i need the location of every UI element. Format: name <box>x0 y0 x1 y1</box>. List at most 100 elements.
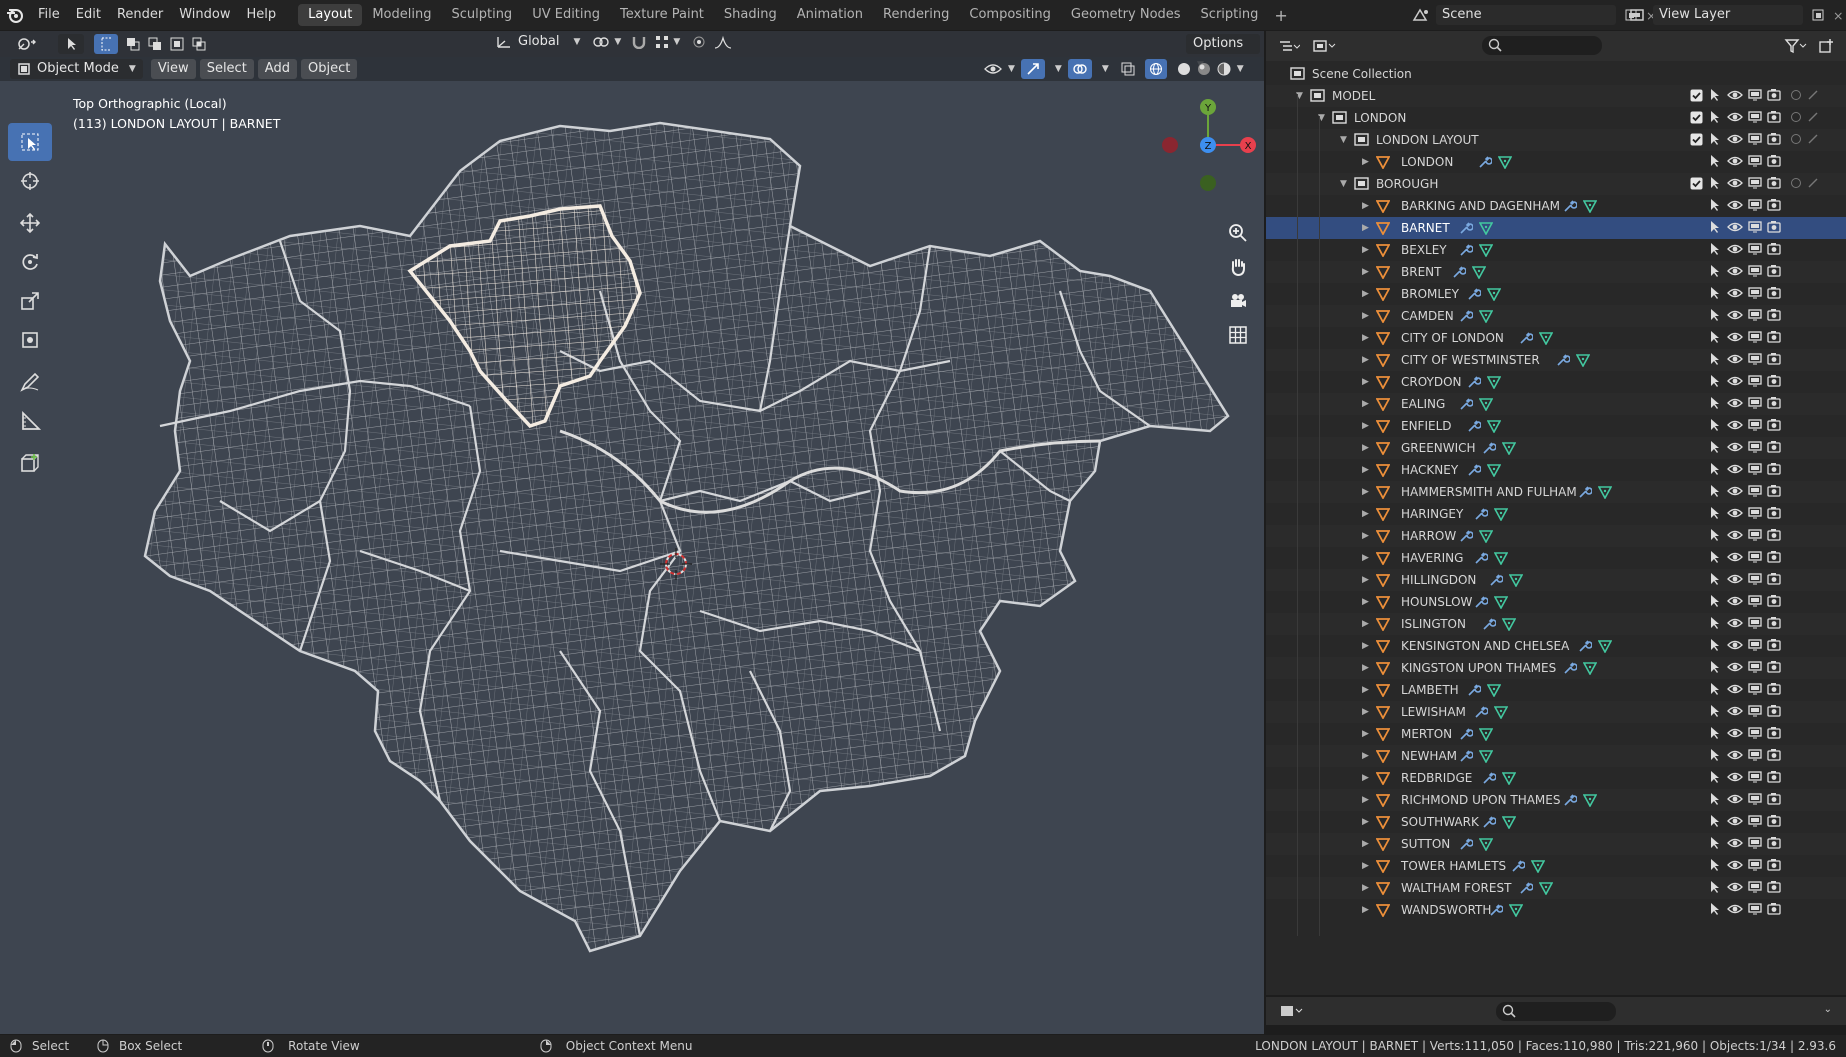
mesh-data-icon[interactable] <box>1501 815 1516 829</box>
borough-row[interactable]: ▶ WANDSWORTH <box>1266 899 1846 921</box>
viewport-monitor-icon[interactable] <box>1748 198 1762 212</box>
borough-row[interactable]: ▶ EALING <box>1266 393 1846 415</box>
tab-animation[interactable]: Animation <box>787 4 873 26</box>
properties-search-input[interactable] <box>1496 1002 1616 1021</box>
mesh-data-icon[interactable] <box>1494 551 1509 565</box>
expand-arrow-icon[interactable]: ▶ <box>1362 283 1369 305</box>
indirect-only-icon[interactable] <box>1807 89 1819 101</box>
modifier-wrench-icon[interactable] <box>1478 155 1492 169</box>
render-camera-icon[interactable] <box>1767 880 1781 894</box>
borough-row[interactable]: ▶ BRENT <box>1266 261 1846 283</box>
expand-arrow-icon[interactable]: ▶ <box>1362 723 1369 745</box>
display-mode-icon[interactable] <box>1312 39 1338 53</box>
selectable-arrow-icon[interactable] <box>1708 748 1722 762</box>
outliner-search-input[interactable] <box>1482 36 1602 55</box>
camera-view-button[interactable] <box>1222 285 1254 317</box>
eye-visibility-icon[interactable] <box>1727 748 1743 762</box>
close-view-layer-icon[interactable]: × <box>1833 8 1843 23</box>
eye-visibility-icon[interactable] <box>1727 682 1743 696</box>
render-camera-icon[interactable] <box>1767 132 1781 146</box>
borough-row[interactable]: ▶ BEXLEY <box>1266 239 1846 261</box>
tab-layout[interactable]: Layout <box>298 4 363 26</box>
expand-arrow-icon[interactable]: ▶ <box>1362 877 1369 899</box>
render-camera-icon[interactable] <box>1767 462 1781 476</box>
expand-arrow-icon[interactable]: ▶ <box>1362 503 1369 525</box>
tab-rendering[interactable]: Rendering <box>873 4 959 26</box>
eye-visibility-icon[interactable] <box>1727 264 1743 278</box>
chevron-down-icon[interactable]: ▼ <box>673 37 680 47</box>
exclude-checkbox[interactable] <box>1690 111 1703 124</box>
borough-row[interactable]: ▶ CAMDEN <box>1266 305 1846 327</box>
render-camera-icon[interactable] <box>1767 704 1781 718</box>
select-new-icon[interactable] <box>94 34 118 54</box>
viewport-monitor-icon[interactable] <box>1748 440 1762 454</box>
eye-visibility-icon[interactable] <box>1727 352 1743 366</box>
view-layer-selector[interactable]: View Layer × <box>1629 4 1846 26</box>
expand-arrow-icon[interactable]: ▼ <box>1340 129 1347 151</box>
view-layer-name-field[interactable]: View Layer <box>1653 5 1803 25</box>
borough-row[interactable]: ▶ RICHMOND UPON THAMES <box>1266 789 1846 811</box>
mesh-data-icon[interactable] <box>1538 331 1553 345</box>
render-camera-icon[interactable] <box>1767 572 1781 586</box>
modifier-wrench-icon[interactable] <box>1467 375 1481 389</box>
cursor-tool-button[interactable] <box>8 162 52 200</box>
modifier-wrench-icon[interactable] <box>1459 837 1474 851</box>
borough-row[interactable]: ▶ GREENWICH <box>1266 437 1846 459</box>
holdout-icon[interactable] <box>1790 133 1802 145</box>
transform-tool-button[interactable] <box>8 321 52 359</box>
eye-visibility-icon[interactable] <box>1727 880 1743 894</box>
eye-visibility-icon[interactable] <box>1727 572 1743 586</box>
mesh-data-icon[interactable] <box>1575 353 1590 367</box>
render-camera-icon[interactable] <box>1767 638 1781 652</box>
render-camera-icon[interactable] <box>1767 506 1781 520</box>
expand-arrow-icon[interactable]: ▶ <box>1362 437 1369 459</box>
eye-visibility-icon[interactable] <box>1727 286 1743 300</box>
selectable-arrow-icon[interactable] <box>1708 110 1722 124</box>
mesh-data-icon[interactable] <box>1486 683 1501 697</box>
borough-row[interactable]: ▶ HOUNSLOW <box>1266 591 1846 613</box>
viewport-monitor-icon[interactable] <box>1748 418 1762 432</box>
modifier-wrench-icon[interactable] <box>1474 507 1489 521</box>
expand-arrow-icon[interactable]: ▶ <box>1362 305 1369 327</box>
modifier-wrench-icon[interactable] <box>1459 749 1474 763</box>
borough-row[interactable]: ▶ SUTTON <box>1266 833 1846 855</box>
selectable-arrow-icon[interactable] <box>1708 440 1722 454</box>
selectable-arrow-icon[interactable] <box>1708 462 1722 476</box>
borough-row[interactable]: ▶ KINGSTON UPON THAMES <box>1266 657 1846 679</box>
expand-arrow-icon[interactable]: ▶ <box>1362 393 1369 415</box>
select-mode-tweak-icon[interactable] <box>58 34 84 54</box>
copy-view-layer-icon[interactable] <box>1811 8 1825 22</box>
modifier-wrench-icon[interactable] <box>1489 903 1503 917</box>
eye-visibility-icon[interactable] <box>1727 792 1743 806</box>
viewport-monitor-icon[interactable] <box>1748 110 1762 124</box>
render-camera-icon[interactable] <box>1767 198 1781 212</box>
expand-arrow-icon[interactable]: ▶ <box>1362 217 1369 239</box>
mesh-data-icon[interactable] <box>1501 771 1516 785</box>
selectable-arrow-icon[interactable] <box>1708 528 1722 542</box>
outliner-editor-icon[interactable] <box>1278 39 1300 53</box>
modifier-wrench-icon[interactable] <box>1474 595 1489 609</box>
holdout-icon[interactable] <box>1790 177 1802 189</box>
borough-row[interactable]: ▶ CITY OF LONDON <box>1266 327 1846 349</box>
mesh-data-icon[interactable] <box>1479 529 1494 543</box>
select-extend-icon[interactable] <box>122 37 144 51</box>
render-camera-icon[interactable] <box>1767 660 1781 674</box>
indirect-only-icon[interactable] <box>1807 111 1819 123</box>
modifier-wrench-icon[interactable] <box>1474 551 1489 565</box>
scale-tool-button[interactable] <box>8 282 52 320</box>
render-camera-icon[interactable] <box>1767 176 1781 190</box>
render-camera-icon[interactable] <box>1767 528 1781 542</box>
new-collection-icon[interactable] <box>1818 38 1834 54</box>
selectable-arrow-icon[interactable] <box>1708 880 1722 894</box>
modifier-wrench-icon[interactable] <box>1459 221 1474 235</box>
render-camera-icon[interactable] <box>1767 550 1781 564</box>
modifier-wrench-icon[interactable] <box>1459 529 1474 543</box>
expand-arrow-icon[interactable]: ▶ <box>1362 261 1369 283</box>
borough-row[interactable]: ▶ ENFIELD <box>1266 415 1846 437</box>
selectable-arrow-icon[interactable] <box>1708 638 1722 652</box>
eye-visibility-icon[interactable] <box>1727 506 1743 520</box>
selectable-arrow-icon[interactable] <box>1708 902 1722 916</box>
render-camera-icon[interactable] <box>1767 682 1781 696</box>
render-camera-icon[interactable] <box>1767 330 1781 344</box>
viewport-monitor-icon[interactable] <box>1748 308 1762 322</box>
